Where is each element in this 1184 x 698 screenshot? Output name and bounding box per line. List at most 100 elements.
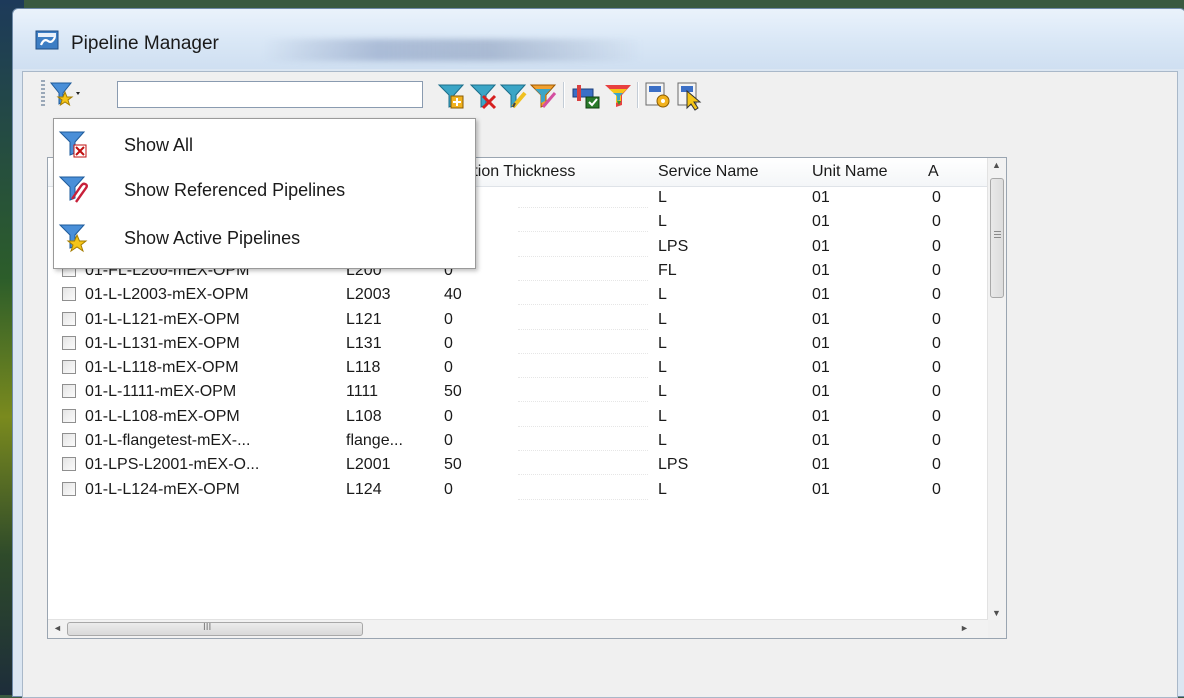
toolbar bbox=[23, 72, 1177, 114]
filter-highlight-icon[interactable] bbox=[529, 81, 559, 111]
cell-line: L118 bbox=[346, 359, 381, 377]
pipeline-colors-icon[interactable] bbox=[603, 81, 633, 111]
cell-unit: 01 bbox=[812, 334, 830, 352]
cell-name: 01-L-flangetest-mEX-... bbox=[85, 432, 251, 449]
cell-a: 0 bbox=[932, 383, 941, 401]
cell-service: FL bbox=[658, 261, 677, 279]
pipe-properties-icon[interactable] bbox=[571, 81, 601, 111]
cell-name: 01-L-L118-mEX-OPM bbox=[85, 359, 239, 377]
pipeline-manager-window: Pipeline Manager sulation Thickness Serv… bbox=[12, 8, 1184, 698]
cell-service: L bbox=[658, 189, 667, 206]
cell-unit: 01 bbox=[812, 237, 830, 255]
cell-unit: 01 bbox=[812, 189, 830, 206]
cell-service: L bbox=[658, 310, 667, 328]
scroll-down-arrow[interactable]: ▼ bbox=[992, 608, 1001, 618]
table-row[interactable]: 01-L-L121-mEX-OPM L121 0 L 01 0 bbox=[48, 308, 988, 332]
cell-name: 01-L-L108-mEX-OPM bbox=[85, 407, 240, 425]
row-checkbox[interactable] bbox=[62, 408, 76, 423]
search-input[interactable] bbox=[117, 81, 423, 108]
app-icon bbox=[35, 30, 59, 50]
row-checkbox[interactable] bbox=[62, 481, 76, 496]
cell-unit: 01 bbox=[812, 310, 830, 328]
cell-unit: 01 bbox=[812, 432, 830, 449]
menu-item-label: Show All bbox=[124, 135, 194, 155]
filter-dropdown-menu: Show All Show Referenced Pipelines Show … bbox=[53, 118, 476, 269]
cell-line: L2001 bbox=[346, 456, 391, 474]
cell-name: 01-L-L121-mEX-OPM bbox=[85, 310, 240, 328]
cell-thickness: 0 bbox=[444, 334, 453, 352]
scroll-left-arrow[interactable]: ◄ bbox=[53, 623, 62, 633]
cell-a: 0 bbox=[932, 334, 941, 352]
cell-a: 0 bbox=[932, 359, 941, 377]
scroll-up-arrow[interactable]: ▲ bbox=[992, 160, 1001, 170]
cell-service: LPS bbox=[658, 456, 689, 474]
cell-unit: 01 bbox=[812, 480, 830, 498]
cell-a: 0 bbox=[932, 286, 941, 304]
delete-pipeline-icon[interactable] bbox=[469, 81, 499, 111]
menu-item-label: Show Active Pipelines bbox=[124, 228, 301, 248]
cell-line: flange... bbox=[346, 432, 403, 449]
cell-service: L bbox=[658, 359, 667, 377]
row-checkbox[interactable] bbox=[62, 311, 76, 326]
cell-a: 0 bbox=[932, 189, 941, 206]
filter-clear-icon bbox=[58, 131, 87, 158]
scroll-right-arrow[interactable]: ► bbox=[960, 623, 969, 633]
menu-item-label: Show Referenced Pipelines bbox=[124, 180, 346, 200]
table-row[interactable]: 01-L-L124-mEX-OPM L124 0 L 01 0 bbox=[48, 478, 988, 502]
cell-line: 1111 bbox=[346, 383, 379, 401]
table-row[interactable]: 01-LPS-L2001-mEX-O... L2001 50 LPS 01 0 bbox=[48, 453, 988, 477]
cell-line: L124 bbox=[346, 480, 382, 498]
filter-star-icon[interactable] bbox=[48, 80, 82, 108]
vertical-scroll-thumb[interactable] bbox=[990, 178, 1004, 298]
cell-thickness: 40 bbox=[444, 286, 462, 304]
cell-unit: 01 bbox=[812, 359, 830, 377]
title-bar: Pipeline Manager bbox=[13, 9, 1184, 69]
row-checkbox[interactable] bbox=[62, 335, 76, 350]
cell-a: 0 bbox=[932, 310, 941, 328]
toolbar-grip[interactable] bbox=[41, 80, 45, 108]
pipeline-settings-icon[interactable] bbox=[643, 81, 673, 111]
cell-line: L108 bbox=[346, 407, 382, 425]
cell-a: 0 bbox=[932, 261, 941, 279]
cell-service: LPS bbox=[658, 237, 689, 255]
window-title: Pipeline Manager bbox=[71, 33, 219, 54]
cell-thickness: 0 bbox=[444, 359, 453, 377]
table-row[interactable]: 01-L-flangetest-mEX-... flange... 0 L 01 0 bbox=[48, 429, 988, 453]
add-pipeline-icon[interactable] bbox=[437, 81, 467, 111]
filter-edit-icon[interactable] bbox=[499, 81, 529, 111]
cell-name: 01-LPS-L2001-mEX-O... bbox=[85, 456, 260, 474]
select-pipeline-icon[interactable] bbox=[675, 81, 705, 111]
cell-service: L bbox=[658, 213, 667, 231]
menu-item-show-active[interactable]: Show Active Pipelines bbox=[54, 216, 475, 260]
menu-item-show-referenced[interactable]: Show Referenced Pipelines bbox=[54, 168, 475, 212]
cell-a: 0 bbox=[932, 237, 941, 255]
cell-unit: 01 bbox=[812, 286, 830, 304]
horizontal-scroll-thumb[interactable]: III bbox=[67, 622, 363, 636]
cell-unit: 01 bbox=[812, 261, 830, 279]
column-header-service-name[interactable]: Service Name bbox=[658, 163, 758, 181]
row-checkbox[interactable] bbox=[62, 287, 76, 302]
vertical-scrollbar[interactable]: ▲ ▼ bbox=[987, 158, 1006, 620]
cell-service: L bbox=[658, 286, 667, 304]
cell-thickness: 0 bbox=[444, 480, 453, 498]
table-row[interactable]: 01-L-1111-mEX-OPM 1111 50 L 01 0 bbox=[48, 380, 988, 404]
row-checkbox[interactable] bbox=[62, 457, 76, 472]
cell-service: L bbox=[658, 480, 667, 498]
column-header-a[interactable]: A bbox=[928, 163, 939, 181]
table-row[interactable]: 01-L-L108-mEX-OPM L108 0 L 01 0 bbox=[48, 405, 988, 429]
cell-service: L bbox=[658, 383, 667, 401]
cell-a: 0 bbox=[932, 407, 941, 425]
column-header-unit-name[interactable]: Unit Name bbox=[812, 163, 888, 181]
table-row[interactable]: 01-L-L118-mEX-OPM L118 0 L 01 0 bbox=[48, 356, 988, 380]
cell-a: 0 bbox=[932, 432, 941, 449]
row-checkbox[interactable] bbox=[62, 384, 76, 399]
menu-item-show-all[interactable]: Show All bbox=[54, 123, 475, 167]
cell-a: 0 bbox=[932, 456, 941, 474]
table-row[interactable]: 01-L-L131-mEX-OPM L131 0 L 01 0 bbox=[48, 332, 988, 356]
cell-unit: 01 bbox=[812, 407, 830, 425]
cell-name: 01-L-L131-mEX-OPM bbox=[85, 334, 240, 352]
row-checkbox[interactable] bbox=[62, 433, 76, 447]
table-row[interactable]: 01-L-L2003-mEX-OPM L2003 40 L 01 0 bbox=[48, 283, 988, 307]
row-checkbox[interactable] bbox=[62, 360, 76, 375]
horizontal-scrollbar[interactable]: ◄ III ► bbox=[48, 619, 988, 638]
